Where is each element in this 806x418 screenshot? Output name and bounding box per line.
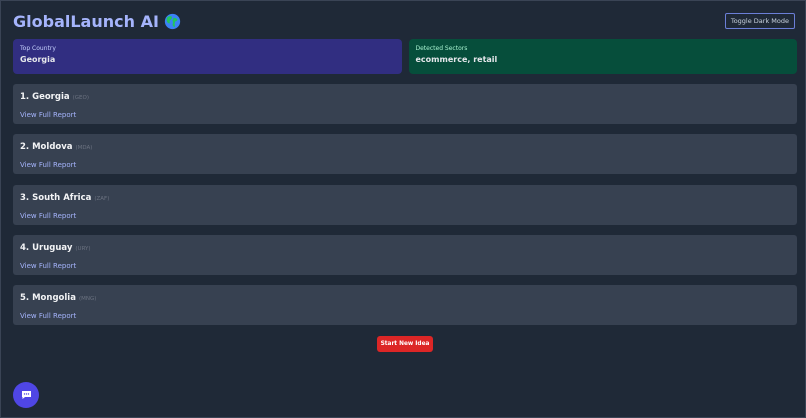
- page-title: GlobalLaunch AI: [13, 12, 181, 31]
- globe-icon: [164, 13, 181, 29]
- view-full-report-link[interactable]: View Full Report: [20, 111, 76, 119]
- summary-cards: Top Country Georgia Detected Sectors eco…: [13, 39, 797, 74]
- country-name: 3. South Africa: [20, 192, 92, 203]
- top-country-card: Top Country Georgia: [13, 39, 402, 74]
- country-row-title: 3. South Africa (ZAF): [20, 193, 790, 203]
- detected-sectors-label: Detected Sectors: [415, 45, 468, 52]
- country-name: 4. Uruguay: [20, 242, 73, 253]
- country-code: (URY): [75, 245, 91, 252]
- country-code: (ZAF): [94, 195, 110, 202]
- toggle-dark-mode-button[interactable]: Toggle Dark Mode: [724, 13, 795, 29]
- view-full-report-link[interactable]: View Full Report: [20, 161, 76, 169]
- chat-icon: [21, 391, 31, 399]
- country-code: (GEO): [72, 95, 89, 101]
- start-new-idea-button[interactable]: Start New Idea: [377, 336, 433, 352]
- country-list: 1. Georgia (GEO) View Full Report 2. Mol…: [13, 84, 797, 335]
- country-row: 2. Moldova (MDA) View Full Report: [13, 134, 797, 175]
- country-row: 4. Uruguay (URY) View Full Report: [13, 234, 797, 275]
- top-country-label: Top Country: [20, 45, 56, 52]
- country-name: 5. Mongolia: [20, 293, 76, 304]
- country-row: 5. Mongolia (MNG) View Full Report: [13, 285, 797, 326]
- country-row-title: 1. Georgia (GEO): [20, 92, 790, 102]
- country-row: 3. South Africa (ZAF) View Full Report: [13, 184, 797, 225]
- detected-sectors-card: Detected Sectors ecommerce, retail: [408, 39, 797, 74]
- country-row-title: 4. Uruguay (URY): [20, 243, 790, 253]
- country-code: (MNG): [78, 296, 97, 303]
- view-full-report-link[interactable]: View Full Report: [20, 262, 76, 270]
- detected-sectors-value: ecommerce, retail: [415, 55, 498, 64]
- country-row-title: 5. Mongolia (MNG): [20, 293, 790, 303]
- country-name: 1. Georgia: [20, 92, 70, 102]
- view-full-report-link[interactable]: View Full Report: [20, 212, 76, 220]
- chat-button[interactable]: [13, 382, 39, 408]
- app-title-text: GlobalLaunch AI: [13, 11, 159, 31]
- top-country-value: Georgia: [20, 55, 56, 64]
- country-code: (MDA): [75, 145, 93, 152]
- country-row-title: 2. Moldova (MDA): [20, 142, 790, 152]
- view-full-report-link[interactable]: View Full Report: [20, 312, 76, 320]
- header: GlobalLaunch AI Toggle Dark Mode: [13, 9, 795, 33]
- app-root: GlobalLaunch AI Toggle Dark Mode Top Cou…: [0, 0, 806, 418]
- country-row: 1. Georgia (GEO) View Full Report: [13, 84, 797, 124]
- country-name: 2. Moldova: [20, 142, 73, 153]
